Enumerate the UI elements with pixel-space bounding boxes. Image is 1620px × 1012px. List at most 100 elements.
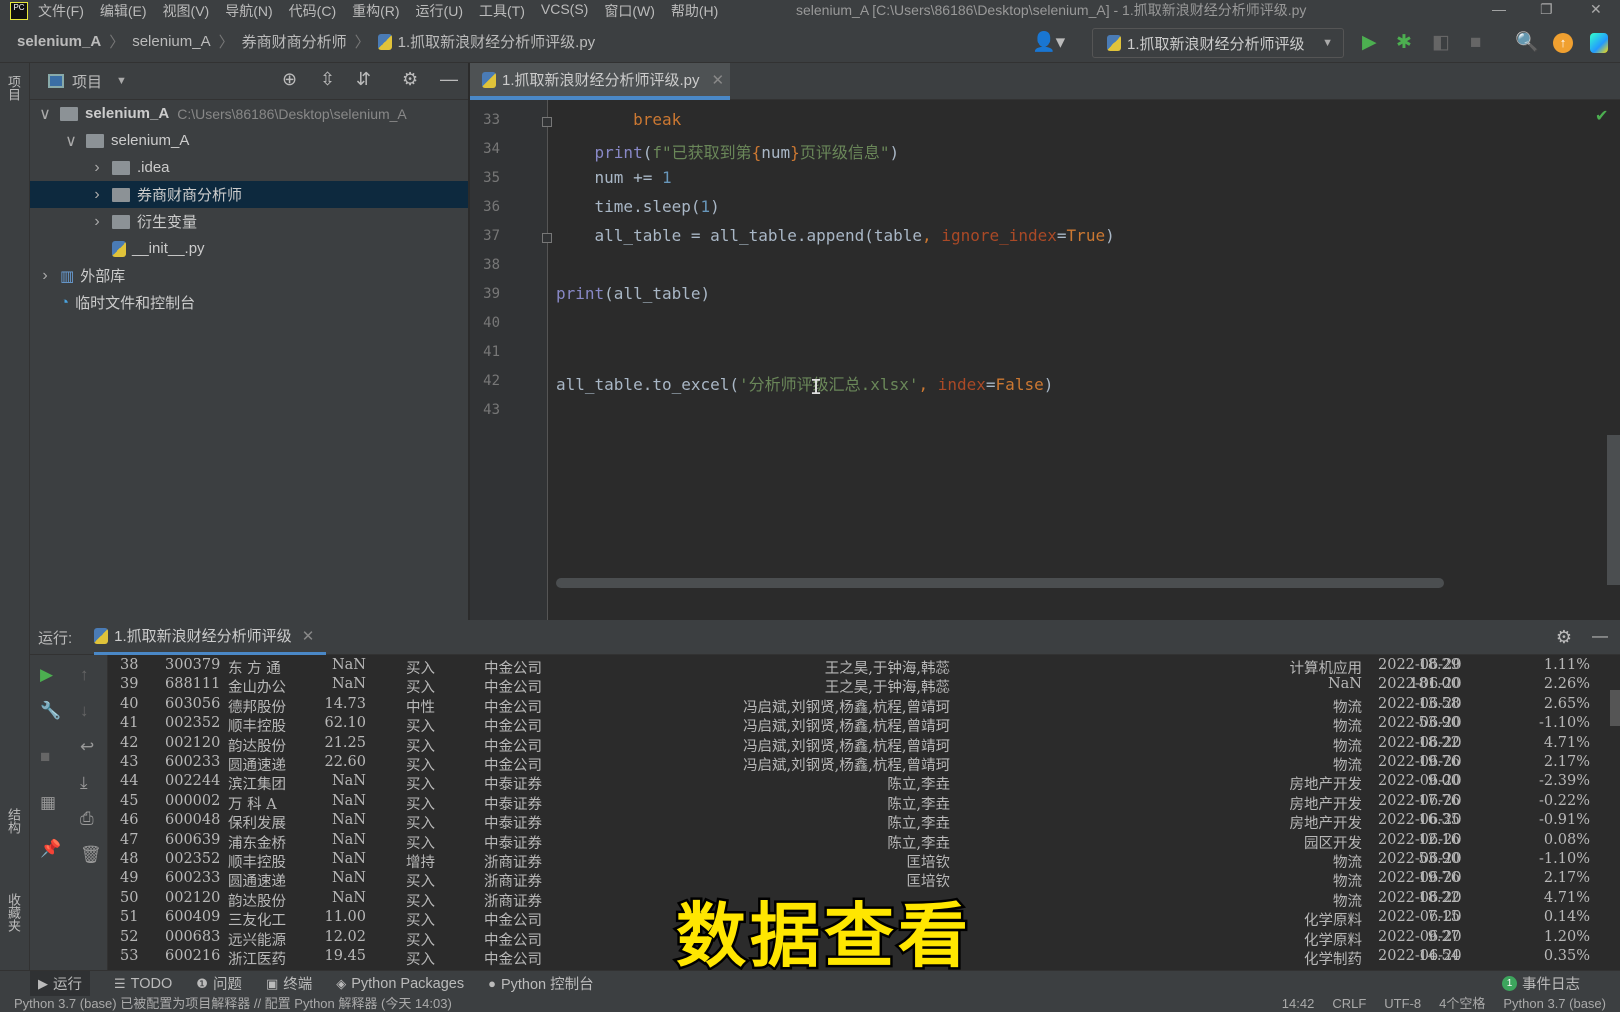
tree-item[interactable]: › 券商财商分析师 — [30, 181, 468, 208]
tree-item[interactable]: ∨ selenium_A C:\Users\86186\Desktop\seleni… — [30, 100, 468, 127]
breadcrumb-item[interactable]: 券商财商分析师 — [242, 31, 347, 52]
horizontal-scrollbar[interactable] — [556, 578, 1444, 588]
breadcrumb-item[interactable]: selenium_A — [132, 33, 210, 50]
menu-item[interactable]: 运行(U) — [416, 1, 463, 21]
tab-运行[interactable]: ▶ 运行 — [30, 970, 90, 997]
analysts: 陈立,李垚 — [887, 816, 950, 833]
menu-item[interactable]: 窗口(W) — [604, 1, 655, 21]
plugin-icon[interactable] — [1590, 33, 1608, 53]
tab-python-控制台[interactable]: ● Python 控制台 — [488, 973, 594, 994]
user-icon[interactable]: 👤▾ — [1032, 31, 1065, 55]
structure-tool-tab[interactable]: 结构 — [4, 808, 23, 834]
tab-label: 终端 — [283, 977, 313, 993]
gear-icon[interactable]: ⚙ — [402, 69, 418, 90]
status-message[interactable]: Python 3.7 (base) 已被配置为项目解释器 // 配置 Pytho… — [14, 996, 452, 1012]
editor[interactable]: 1.抓取新浪财经分析师评级.py ✕ 33 34 35 36 37 38 39 40 41 42 4… — [470, 63, 1620, 620]
fold-icon[interactable] — [542, 233, 552, 243]
pin-icon[interactable]: 📌 — [40, 839, 61, 859]
chevron-right-icon[interactable]: › — [90, 186, 104, 204]
code-line[interactable]: time.sleep(1) — [556, 197, 720, 216]
expand-all-icon[interactable]: ⇳ — [320, 69, 335, 90]
chevron-right-icon[interactable]: › — [90, 159, 104, 177]
chevron-down-icon[interactable]: ∨ — [38, 104, 52, 124]
status-item[interactable]: UTF-8 — [1384, 996, 1421, 1012]
tree-item[interactable]: ◔ 临时文件和控制台 — [30, 289, 468, 316]
tab-editor-file[interactable]: 1.抓取新浪财经分析师评级.py ✕ — [470, 63, 730, 100]
tab-终端[interactable]: ▣ 终端 — [266, 973, 312, 994]
status-item[interactable]: Python 3.7 (base) — [1503, 996, 1606, 1012]
close-icon[interactable]: ✕ — [1590, 0, 1602, 18]
hide-icon[interactable]: — — [440, 69, 458, 90]
stop-icon[interactable]: ■ — [40, 747, 50, 767]
coverage-icon[interactable]: ◧ — [1432, 31, 1450, 55]
tree-item[interactable]: › .idea — [30, 154, 468, 181]
tab-todo[interactable]: ☰ TODO — [114, 976, 172, 992]
menu-item[interactable]: 文件(F) — [38, 1, 84, 21]
chevron-down-icon[interactable]: ∨ — [64, 131, 78, 151]
tree-item[interactable]: ∨ selenium_A — [30, 127, 468, 154]
menu-item[interactable]: 重构(R) — [352, 1, 399, 21]
menu-item[interactable]: 编辑(E) — [100, 1, 147, 21]
code-line[interactable]: print(all_table) — [556, 284, 710, 303]
status-item[interactable]: 4个空格 — [1439, 996, 1485, 1012]
tree-item[interactable]: › ▥ 外部库 — [30, 262, 468, 289]
status-item[interactable]: 14:42 — [1282, 996, 1315, 1012]
event-log-button[interactable]: 1 事件日志 — [1502, 973, 1580, 994]
rerun-icon[interactable]: ▶ — [40, 665, 53, 685]
price: 53.90 — [1418, 851, 1460, 867]
menu-item[interactable]: VCS(S) — [541, 1, 588, 21]
hide-icon[interactable]: — — [1592, 628, 1608, 646]
project-title[interactable]: 项目 — [72, 71, 102, 92]
code-line[interactable]: break — [556, 110, 681, 129]
tab-run-config[interactable]: 1.抓取新浪财经分析师评级 ✕ — [94, 620, 327, 655]
run-config-dropdown[interactable]: 1.抓取新浪财经分析师评级 ▼ — [1092, 28, 1344, 58]
close-tab-icon[interactable]: ✕ — [712, 71, 725, 89]
run-icon[interactable]: ▶ — [1362, 31, 1377, 55]
layout-icon[interactable]: ▦ — [40, 793, 56, 813]
project-tool-tab[interactable]: 项目 — [4, 75, 23, 101]
stop-icon[interactable]: ■ — [1470, 31, 1481, 55]
code-line[interactable]: num += 1 — [556, 168, 672, 187]
tree-item-label: __init__.py — [132, 240, 205, 257]
tab-label: 运行 — [53, 977, 82, 993]
menu-item[interactable]: 帮助(H) — [671, 1, 718, 21]
breadcrumb-item[interactable]: selenium_A — [17, 33, 101, 50]
fold-icon[interactable] — [542, 117, 552, 127]
menu-item[interactable]: 导航(N) — [225, 1, 272, 21]
wrench-icon[interactable]: 🔧 — [40, 701, 61, 721]
minimize-icon[interactable]: — — [1492, 0, 1506, 18]
menu-item[interactable]: 视图(V) — [163, 1, 210, 21]
maximize-icon[interactable]: ❐ — [1540, 0, 1553, 18]
up-icon[interactable]: ↑ — [80, 665, 89, 685]
code-line[interactable]: all_table = all_table.append(table, igno… — [556, 226, 1115, 245]
price: 17.76 — [1418, 792, 1460, 809]
trash-icon[interactable]: 🗑 — [80, 845, 102, 865]
console-scrollbar[interactable] — [1610, 690, 1620, 726]
code-line[interactable]: print(f"已获取到第{num}页评级信息") — [556, 139, 900, 163]
vertical-scrollbar[interactable] — [1607, 435, 1620, 585]
locate-icon[interactable]: ⊕ — [282, 69, 297, 90]
search-icon[interactable]: 🔍 — [1515, 31, 1539, 55]
chevron-right-icon[interactable]: › — [38, 267, 52, 285]
scroll-to-end-icon[interactable]: ⤓ — [80, 773, 88, 793]
chevron-down-icon[interactable]: ▼ — [116, 75, 127, 87]
update-icon[interactable]: ↑ — [1553, 33, 1573, 53]
code-line[interactable]: all_table.to_excel('分析师评级汇总.xlsx', index… — [556, 371, 1053, 395]
tab-问题[interactable]: ❶ 问题 — [196, 973, 242, 994]
soft-wrap-icon[interactable]: ↩ — [80, 737, 94, 757]
status-item[interactable]: CRLF — [1332, 996, 1366, 1012]
breadcrumb-item[interactable]: 1.抓取新浪财经分析师评级.py — [398, 31, 596, 52]
menu-item[interactable]: 代码(C) — [289, 1, 336, 21]
gear-icon[interactable]: ⚙ — [1556, 627, 1572, 648]
collapse-all-icon[interactable]: ⇵ — [356, 69, 371, 90]
tab-python-packages[interactable]: ◈ Python Packages — [336, 976, 464, 992]
down-icon[interactable]: ↓ — [80, 701, 89, 721]
tree-item[interactable]: __init__.py — [30, 235, 468, 262]
debug-icon[interactable]: ✱ — [1396, 31, 1412, 55]
print-icon[interactable]: ⎙ — [80, 809, 94, 829]
tree-item[interactable]: › 衍生变量 — [30, 208, 468, 235]
close-tab-icon[interactable]: ✕ — [302, 627, 315, 645]
menu-item[interactable]: 工具(T) — [479, 1, 525, 21]
favorites-tool-tab[interactable]: 收藏夹 — [4, 893, 23, 932]
chevron-right-icon[interactable]: › — [90, 213, 104, 231]
